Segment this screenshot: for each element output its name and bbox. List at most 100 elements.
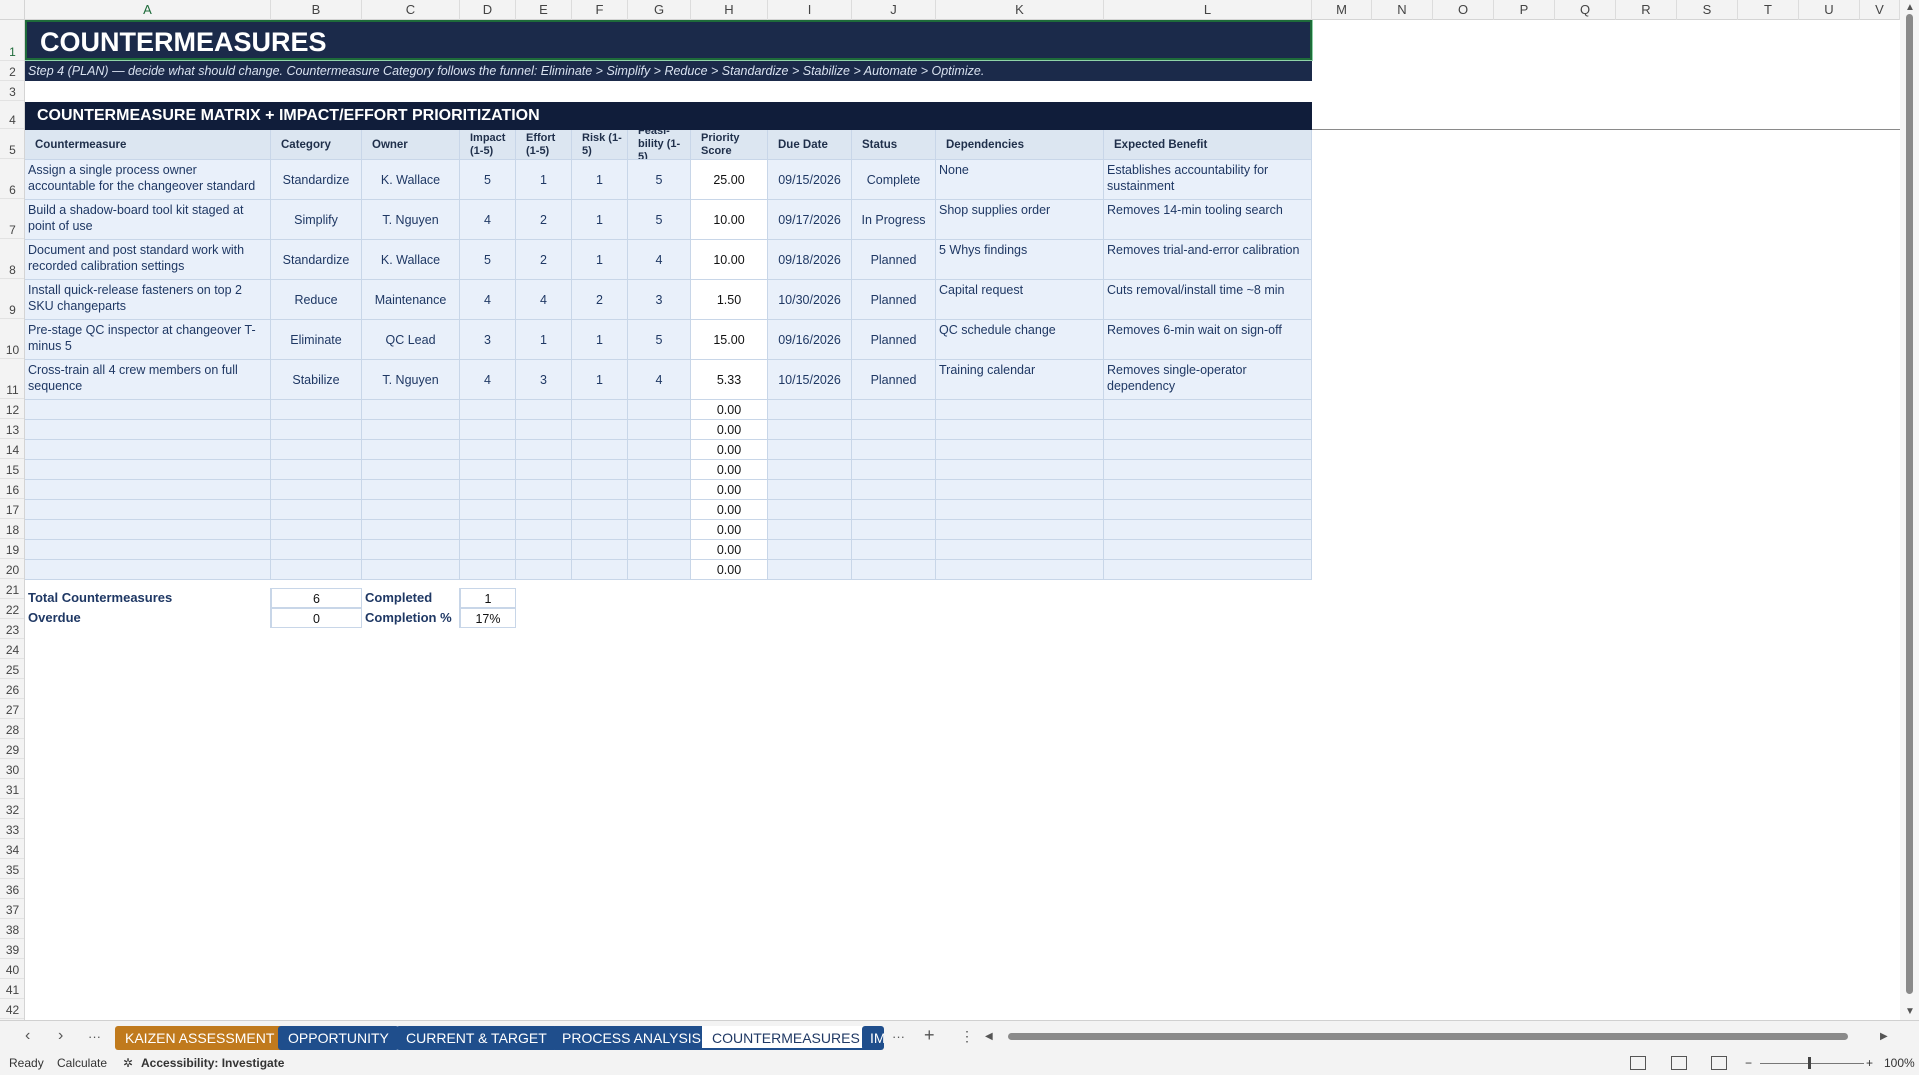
row-header-cell[interactable]: 19: [0, 539, 24, 559]
row-header-cell[interactable]: 16: [0, 479, 24, 499]
column-header-cell[interactable]: G: [628, 0, 691, 20]
empty-cell[interactable]: [852, 440, 936, 460]
column-header-cell[interactable]: C: [362, 0, 460, 20]
cell-category[interactable]: Simplify: [271, 200, 362, 240]
total-countermeasures-label[interactable]: Total Countermeasures: [25, 588, 271, 608]
empty-cell[interactable]: [628, 400, 691, 420]
column-header-cell[interactable]: Q: [1555, 0, 1616, 20]
cell-dependencies[interactable]: Capital request: [936, 280, 1104, 320]
cell-dependencies[interactable]: Shop supplies order: [936, 200, 1104, 240]
empty-cell[interactable]: [768, 480, 852, 500]
cell-risk[interactable]: 2: [572, 280, 628, 320]
empty-cell[interactable]: [852, 420, 936, 440]
zoom-level[interactable]: 100%: [1884, 1056, 1915, 1070]
cell-effort[interactable]: 1: [516, 320, 572, 360]
cell-risk[interactable]: 1: [572, 240, 628, 280]
tab-process-analysis[interactable]: PROCESS ANALYSIS: [552, 1026, 712, 1050]
empty-cell[interactable]: [936, 440, 1104, 460]
empty-cell[interactable]: [572, 440, 628, 460]
cell-countermeasure[interactable]: Build a shadow-board tool kit staged at …: [25, 200, 271, 240]
row-header-cell[interactable]: 36: [0, 879, 24, 899]
empty-cell[interactable]: [1104, 460, 1312, 480]
empty-cell[interactable]: [1104, 440, 1312, 460]
empty-cell[interactable]: [572, 420, 628, 440]
row-header-cell[interactable]: 24: [0, 639, 24, 659]
empty-cell[interactable]: [852, 480, 936, 500]
column-header-cell[interactable]: V: [1860, 0, 1900, 20]
empty-cell[interactable]: [936, 540, 1104, 560]
row-header-cell[interactable]: 25: [0, 659, 24, 679]
row-header-cell[interactable]: 1: [0, 20, 24, 61]
row-header-cell[interactable]: 21: [0, 579, 24, 599]
empty-cell[interactable]: [516, 540, 572, 560]
column-header-cell[interactable]: H: [691, 0, 768, 20]
cell-priority[interactable]: 15.00: [691, 320, 768, 360]
column-header-cell[interactable]: D: [460, 0, 516, 20]
empty-cell[interactable]: [271, 500, 362, 520]
empty-cell[interactable]: [25, 540, 271, 560]
empty-cell[interactable]: [768, 560, 852, 580]
empty-cell[interactable]: [362, 400, 460, 420]
empty-cell[interactable]: [460, 500, 516, 520]
empty-cell[interactable]: [271, 440, 362, 460]
cell-priority[interactable]: 5.33: [691, 360, 768, 400]
sheet-title[interactable]: COUNTERMEASURES: [25, 20, 1313, 61]
sheet-grid[interactable]: COUNTERMEASURES Step 4 (PLAN) — decide w…: [25, 20, 1900, 1020]
empty-cell[interactable]: [271, 520, 362, 540]
cell-feasibility[interactable]: 4: [628, 240, 691, 280]
empty-cell[interactable]: [362, 460, 460, 480]
column-header-cell[interactable]: F: [572, 0, 628, 20]
column-header-cell[interactable]: K: [936, 0, 1104, 20]
cell-priority[interactable]: 0.00: [691, 400, 768, 420]
cell-priority[interactable]: 0.00: [691, 480, 768, 500]
row-header-cell[interactable]: 39: [0, 939, 24, 959]
empty-cell[interactable]: [25, 400, 271, 420]
cell-effort[interactable]: 2: [516, 200, 572, 240]
cell-impact[interactable]: 3: [460, 320, 516, 360]
row-header-cell[interactable]: 6: [0, 159, 24, 199]
empty-cell[interactable]: [768, 520, 852, 540]
cell-effort[interactable]: 2: [516, 240, 572, 280]
zoom-slider-thumb[interactable]: [1808, 1057, 1811, 1069]
cell-countermeasure[interactable]: Install quick-release fasteners on top 2…: [25, 280, 271, 320]
tab-current-target[interactable]: CURRENT & TARGET: [396, 1026, 557, 1050]
column-header-cell[interactable]: A: [25, 0, 271, 20]
completed-value[interactable]: 1: [460, 588, 516, 608]
tab-partial[interactable]: IM: [862, 1026, 884, 1050]
header-countermeasure[interactable]: Countermeasure: [25, 130, 271, 160]
empty-cell[interactable]: [516, 400, 572, 420]
empty-cell[interactable]: [572, 400, 628, 420]
empty-cell[interactable]: [572, 520, 628, 540]
empty-cell[interactable]: [1104, 520, 1312, 540]
accessibility-icon[interactable]: ✲: [123, 1056, 133, 1070]
empty-cell[interactable]: [768, 500, 852, 520]
column-header-cell[interactable]: N: [1372, 0, 1433, 20]
page-break-view-icon[interactable]: [1711, 1056, 1727, 1070]
row-header-cell[interactable]: 3: [0, 81, 24, 101]
header-impact[interactable]: Impact (1-5): [460, 130, 516, 160]
scroll-left-icon[interactable]: ◀: [985, 1031, 993, 1042]
empty-cell[interactable]: [628, 420, 691, 440]
empty-cell[interactable]: [362, 480, 460, 500]
cell-risk[interactable]: 1: [572, 360, 628, 400]
column-header-cell[interactable]: P: [1494, 0, 1555, 20]
column-header-cell[interactable]: B: [271, 0, 362, 20]
cell-due[interactable]: 09/16/2026: [768, 320, 852, 360]
empty-cell[interactable]: [1104, 420, 1312, 440]
cell-risk[interactable]: 1: [572, 160, 628, 200]
empty-cell[interactable]: [460, 400, 516, 420]
cell-status[interactable]: Planned: [852, 240, 936, 280]
cell-status[interactable]: Planned: [852, 280, 936, 320]
empty-cell[interactable]: [852, 400, 936, 420]
empty-cell[interactable]: [768, 460, 852, 480]
cell-owner[interactable]: T. Nguyen: [362, 360, 460, 400]
cell-feasibility[interactable]: 5: [628, 160, 691, 200]
cell-due[interactable]: 09/18/2026: [768, 240, 852, 280]
cell-priority[interactable]: 0.00: [691, 440, 768, 460]
more-sheets-left-icon[interactable]: ···: [88, 1029, 101, 1044]
completion-pct-value[interactable]: 17%: [460, 608, 516, 628]
empty-cell[interactable]: [516, 480, 572, 500]
empty-cell[interactable]: [852, 500, 936, 520]
empty-cell[interactable]: [271, 400, 362, 420]
empty-cell[interactable]: [271, 560, 362, 580]
